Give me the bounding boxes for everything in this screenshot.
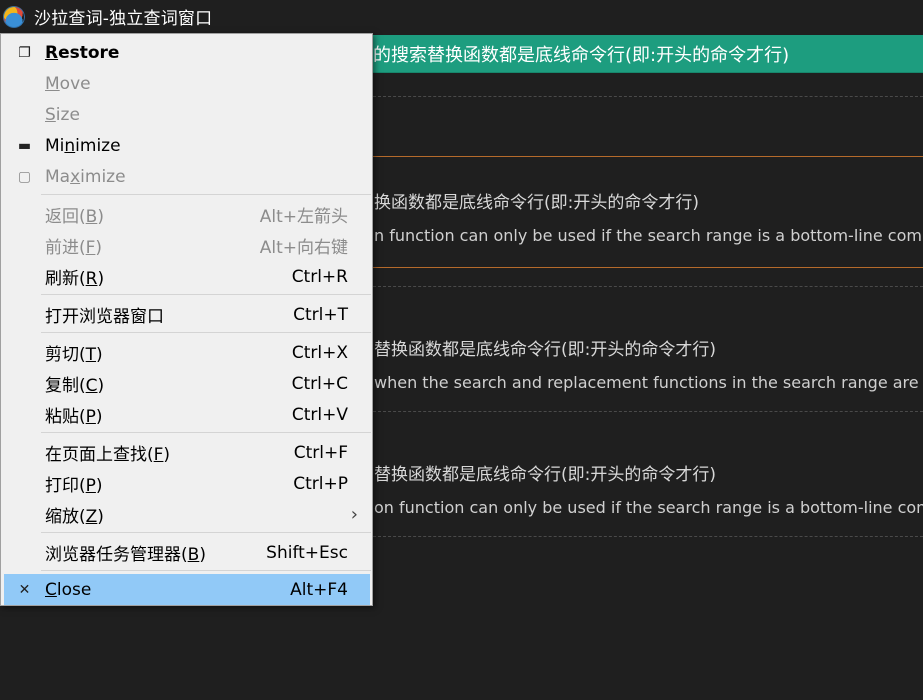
entry-3-en: on function can only be used if the sear… — [374, 498, 923, 517]
menu-item-forward[interactable]: 前进(F) Alt+向右键 — [4, 230, 370, 261]
menu-item-copy[interactable]: 复制(C) Ctrl+C — [4, 368, 370, 399]
entry-1-en: n function can only be used if the searc… — [374, 226, 923, 245]
maximize-icon: ▢ — [17, 168, 32, 185]
menu-separator — [41, 194, 371, 195]
menu-shortcut: Ctrl+X — [291, 342, 348, 363]
close-icon: ✕ — [18, 581, 31, 598]
window-title: 沙拉查词-独立查词窗口 — [34, 9, 213, 29]
restore-icon: ❐ — [18, 44, 31, 61]
divider — [373, 96, 923, 97]
menu-shortcut: Alt+左箭头 — [259, 207, 348, 227]
menu-item-move[interactable]: Move — [4, 68, 370, 99]
menu-shortcut: Ctrl+P — [293, 473, 348, 494]
menu-separator — [41, 532, 371, 533]
divider — [373, 286, 923, 287]
menu-item-find-in-page[interactable]: 在页面上查找(F) Ctrl+F — [4, 437, 370, 468]
divider — [373, 536, 923, 537]
section-divider — [373, 156, 923, 157]
menu-separator — [41, 570, 371, 571]
chevron-right-icon: › — [350, 504, 358, 525]
menu-shortcut: Ctrl+V — [291, 404, 348, 425]
system-context-menu: ❐ Restore Move Size ▬ Minimize ▢ Maximiz… — [0, 33, 373, 606]
menu-item-maximize[interactable]: ▢ Maximize — [4, 161, 370, 192]
menu-item-restore[interactable]: ❐ Restore — [4, 37, 370, 68]
menu-item-minimize[interactable]: ▬ Minimize — [4, 130, 370, 161]
menu-shortcut: Ctrl+R — [291, 266, 348, 287]
menu-item-close[interactable]: ✕ Close Alt+F4 — [4, 574, 370, 605]
menu-item-open-browser-window[interactable]: 打开浏览器窗口 Ctrl+T — [4, 299, 370, 330]
menu-shortcut: Ctrl+C — [291, 373, 348, 394]
entry-1-zh: 换函数都是底线命令行(即:开头的命令才行) — [374, 193, 699, 213]
search-banner-text: 的搜索替换函数都是底线命令行(即:开头的命令才行) — [373, 44, 790, 66]
menu-separator — [41, 294, 371, 295]
menu-item-print[interactable]: 打印(P) Ctrl+P — [4, 468, 370, 499]
menu-shortcut: Ctrl+F — [293, 442, 348, 463]
menu-item-zoom[interactable]: 缩放(Z) › — [4, 499, 370, 530]
menu-item-paste[interactable]: 粘贴(P) Ctrl+V — [4, 399, 370, 430]
menu-shortcut: Ctrl+T — [293, 304, 348, 325]
section-divider — [373, 267, 923, 268]
menu-item-size[interactable]: Size — [4, 99, 370, 130]
title-bar[interactable]: 沙拉查词-独立查词窗口 — [0, 0, 923, 33]
entry-3-zh: 替换函数都是底线命令行(即:开头的命令才行) — [374, 465, 716, 485]
menu-item-browser-task-manager[interactable]: 浏览器任务管理器(B) Shift+Esc — [4, 537, 370, 568]
menu-separator — [41, 332, 371, 333]
menu-shortcut: Alt+向右键 — [259, 238, 348, 258]
menu-shortcut: Alt+F4 — [290, 579, 348, 600]
menu-item-cut[interactable]: 剪切(T) Ctrl+X — [4, 337, 370, 368]
divider — [373, 411, 923, 412]
minimize-icon: ▬ — [17, 137, 32, 154]
entry-2-zh: 替换函数都是底线命令行(即:开头的命令才行) — [374, 340, 716, 360]
app-logo-icon[interactable] — [3, 5, 25, 28]
menu-item-back[interactable]: 返回(B) Alt+左箭头 — [4, 199, 370, 230]
menu-item-refresh[interactable]: 刷新(R) Ctrl+R — [4, 261, 370, 292]
menu-shortcut: Shift+Esc — [266, 542, 348, 563]
menu-separator — [41, 432, 371, 433]
entry-2-en: when the search and replacement function… — [374, 373, 923, 392]
